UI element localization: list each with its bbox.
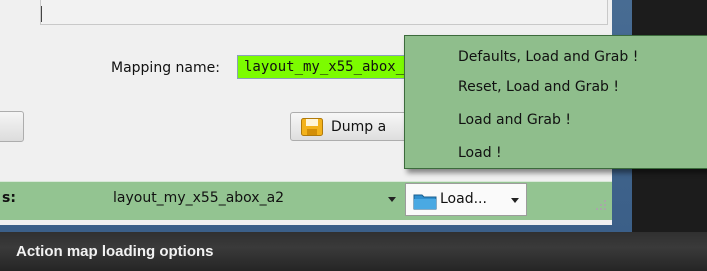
load-button-label: Load... [440,191,487,207]
menu-item-reset-load-grab[interactable]: Reset, Load and Grab ! [458,79,619,95]
load-button[interactable]: Load... [405,183,527,216]
status-prefix-label: s: [2,190,16,206]
folder-icon [413,194,437,210]
dump-button-label: Dump a [331,119,387,135]
mapping-name-label: Mapping name: [111,60,220,76]
mapping-name-input[interactable]: layout_my_x55_abox_a2 [237,55,427,79]
floppy-disk-icon [301,118,323,136]
left-button[interactable] [0,111,24,142]
menu-item-load[interactable]: Load ! [458,145,502,161]
caption-text: Action map loading options [16,243,214,260]
text-cursor [41,6,42,22]
menu-item-load-grab[interactable]: Load and Grab ! [458,112,571,128]
chevron-down-icon[interactable] [388,197,396,202]
resize-grip-icon[interactable] [590,198,608,214]
mapping-combo-value[interactable]: layout_my_x55_abox_a2 [113,190,284,206]
top-text-area[interactable] [40,0,608,25]
load-dropdown-arrow-icon[interactable] [511,198,519,203]
dump-button[interactable]: Dump a [290,112,415,141]
caption-bar: Action map loading options [0,232,707,271]
menu-item-defaults-load-grab[interactable]: Defaults, Load and Grab ! [458,49,638,65]
load-options-menu: Defaults, Load and Grab ! Reset, Load an… [404,35,707,169]
